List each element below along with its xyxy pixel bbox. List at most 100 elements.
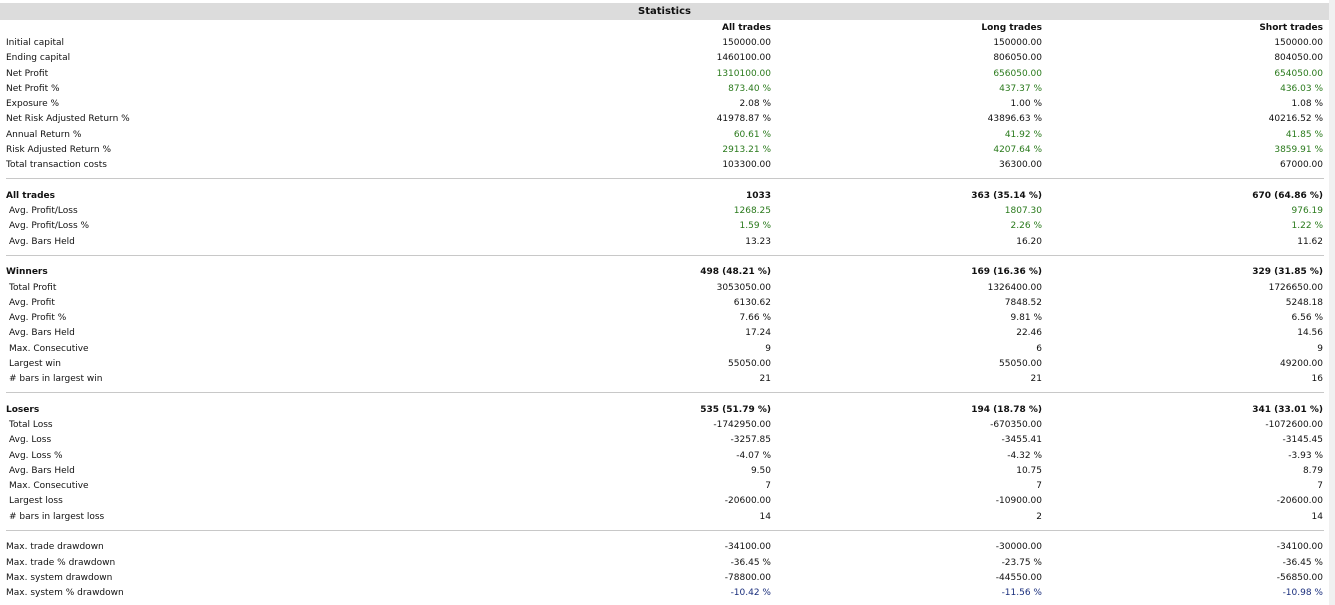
- stat-value-all: 7: [765, 481, 771, 491]
- stat-value-short: -20600.00: [1276, 496, 1323, 507]
- stat-row[interactable]: Largest win 55050.00 55050.00 49200.00: [0, 357, 1325, 372]
- stat-row[interactable]: Exposure % 2.08 % 1.00 % 1.08 %: [0, 97, 1325, 112]
- stat-row[interactable]: Largest loss -20600.00 -10900.00 -20600.00: [0, 494, 1325, 509]
- stat-label: Risk Adjusted Return %: [6, 144, 112, 155]
- stat-row[interactable]: Winners 498 (48.21 %) 169 (16.36 %) 329 (31…: [0, 265, 1325, 280]
- stat-value-short: -1072600.00: [1265, 420, 1323, 430]
- stat-value-short: 14.56: [1297, 328, 1323, 339]
- statistics-title: Statistics: [0, 3, 1329, 20]
- stat-value-all: 6130.62: [733, 297, 771, 308]
- stat-row[interactable]: Avg. Profit % 7.66 % 9.81 % 6.56 %: [0, 311, 1325, 326]
- stat-row[interactable]: Max. system % drawdown -10.42 % -11.56 % -1…: [0, 586, 1325, 601]
- stat-value-all: -10.42 %: [730, 588, 771, 598]
- stat-value-all: -78800.00: [724, 572, 771, 583]
- stat-value-short: 804050.00: [1274, 53, 1323, 64]
- stat-row[interactable]: Total Profit 3053050.00 1326400.00 1726650.…: [0, 281, 1325, 296]
- stat-row[interactable]: Max. trade % drawdown -36.45 % -23.75 % -36…: [0, 556, 1325, 571]
- stat-row[interactable]: Total transaction costs 103300.00 36300.00…: [0, 158, 1325, 173]
- stat-label: Net Profit: [6, 68, 49, 79]
- stat-row[interactable]: Avg. Profit/Loss % 1.59 % 2.26 % 1.22 %: [0, 219, 1325, 234]
- stat-value-all: 17.24: [745, 328, 771, 339]
- stat-value-short: 150000.00: [1274, 38, 1323, 48]
- stat-value-all: 498 (48.21 %): [700, 267, 771, 278]
- stat-value-short: 3859.91 %: [1274, 144, 1323, 155]
- stat-row[interactable]: Max. trade drawdown -34100.00 -30000.00 -34…: [0, 540, 1325, 555]
- stat-label: Exposure %: [6, 99, 60, 109]
- stat-value-all: 2.08 %: [739, 99, 771, 109]
- stat-value-all: 1460100.00: [716, 53, 771, 64]
- stat-row[interactable]: Max. Consecutive 7 7 7: [0, 479, 1325, 494]
- stat-row[interactable]: All trades 1033 363 (35.14 %) 670 (64.86 %): [0, 189, 1325, 204]
- stat-value-all: 14: [759, 511, 771, 522]
- stat-label: Avg. Profit: [9, 297, 55, 308]
- stat-label: Avg. Bars Held: [9, 465, 75, 476]
- stat-row[interactable]: Net Profit 1310100.00 656050.00 654050.00: [0, 67, 1325, 82]
- stat-row[interactable]: Max. system drawdown -78800.00 -44550.00 -5…: [0, 571, 1325, 586]
- stat-row[interactable]: Total Loss -1742950.00 -670350.00 -1072600.…: [0, 418, 1325, 433]
- stat-value-short: 654050.00: [1274, 68, 1323, 79]
- column-header-long-trades[interactable]: Long trades: [981, 21, 1042, 36]
- stat-label: Max. Consecutive: [9, 343, 89, 354]
- stat-label: Annual Return %: [6, 129, 82, 140]
- stat-row[interactable]: Losers 535 (51.79 %) 194 (18.78 %) 341 (33.…: [0, 403, 1325, 418]
- stat-value-long: 7848.52: [1004, 297, 1042, 308]
- stat-row[interactable]: # bars in largest loss 14 2 14: [0, 510, 1325, 525]
- stat-row[interactable]: Risk Adjusted Return % 2913.21 % 4207.64 %…: [0, 143, 1325, 158]
- stat-row[interactable]: Avg. Loss -3257.85 -3455.41 -3145.45: [0, 433, 1325, 448]
- stat-value-all: 9: [765, 343, 771, 354]
- section-divider: [6, 529, 1324, 531]
- stat-value-long: -44550.00: [995, 572, 1042, 583]
- stat-value-long: -23.75 %: [1001, 557, 1042, 568]
- stat-label: Initial capital: [6, 38, 64, 48]
- stat-row[interactable]: Ending capital 1460100.00 806050.00 804050.…: [0, 51, 1325, 66]
- stat-value-all: 13.23: [745, 236, 771, 247]
- stat-label: Losers: [6, 404, 40, 415]
- stat-value-all: 1.59 %: [739, 221, 771, 232]
- stat-label: Avg. Loss %: [9, 450, 63, 461]
- stat-label: Largest loss: [9, 496, 63, 507]
- stat-row[interactable]: Annual Return % 60.61 % 41.92 % 41.85 %: [0, 128, 1325, 143]
- stat-row[interactable]: Max. Consecutive 9 6 9: [0, 342, 1325, 357]
- stat-value-long: 10.75: [1016, 465, 1042, 476]
- stat-value-long: 656050.00: [993, 68, 1042, 79]
- stat-value-long: 1.00 %: [1010, 99, 1042, 109]
- stat-label: Net Risk Adjusted Return %: [6, 114, 130, 125]
- stat-value-long: 7: [1036, 481, 1042, 491]
- stat-value-short: 11.62: [1297, 236, 1323, 247]
- stat-value-long: 1807.30: [1004, 206, 1042, 216]
- stat-row[interactable]: Avg. Profit 6130.62 7848.52 5248.18: [0, 296, 1325, 311]
- stat-value-short: 436.03 %: [1280, 83, 1323, 94]
- stat-label: Max. Consecutive: [9, 481, 89, 491]
- stat-row[interactable]: Avg. Bars Held 13.23 16.20 11.62: [0, 235, 1325, 250]
- stat-value-long: 9.81 %: [1010, 313, 1042, 323]
- column-header-short-trades[interactable]: Short trades: [1259, 21, 1323, 36]
- section-divider: [6, 392, 1324, 394]
- vertical-scrollbar[interactable]: [1329, 0, 1335, 605]
- stat-value-long: -670350.00: [990, 420, 1042, 430]
- stat-row[interactable]: Initial capital 150000.00 150000.00 150000.…: [0, 36, 1325, 51]
- stat-value-all: 535 (51.79 %): [700, 404, 771, 415]
- stat-value-short: 16: [1311, 374, 1323, 384]
- column-header-all-trades[interactable]: All trades: [722, 21, 771, 36]
- stat-row[interactable]: Avg. Profit/Loss 1268.25 1807.30 976.19: [0, 204, 1325, 219]
- stat-row[interactable]: Avg. Loss % -4.07 % -4.32 % -3.93 %: [0, 449, 1325, 464]
- stat-value-short: 40216.52 %: [1268, 114, 1323, 125]
- stat-label: Max. trade drawdown: [6, 542, 104, 553]
- stat-row[interactable]: Net Risk Adjusted Return % 41978.87 % 4389…: [0, 112, 1325, 127]
- stat-value-short: -10.98 %: [1282, 588, 1323, 598]
- stat-value-long: 363 (35.14 %): [971, 190, 1042, 201]
- stat-row[interactable]: Avg. Bars Held 17.24 22.46 14.56: [0, 326, 1325, 341]
- stat-value-short: -3.93 %: [1288, 450, 1323, 461]
- stat-value-all: 7.66 %: [739, 313, 771, 323]
- stat-value-long: -11.56 %: [1001, 588, 1042, 598]
- stat-row[interactable]: # bars in largest win 21 21 16: [0, 372, 1325, 387]
- column-header-row: All trades Long trades Short trades: [0, 21, 1325, 36]
- stat-value-all: 103300.00: [722, 160, 771, 170]
- stat-value-short: 5248.18: [1285, 297, 1323, 308]
- stat-value-short: -36.45 %: [1282, 557, 1323, 568]
- stat-row[interactable]: Avg. Bars Held 9.50 10.75 8.79: [0, 464, 1325, 479]
- stat-value-all: 1268.25: [733, 206, 771, 216]
- stat-row[interactable]: Net Profit % 873.40 % 437.37 % 436.03 %: [0, 82, 1325, 97]
- stat-value-long: 6: [1036, 343, 1042, 354]
- stat-value-short: 341 (33.01 %): [1252, 404, 1323, 415]
